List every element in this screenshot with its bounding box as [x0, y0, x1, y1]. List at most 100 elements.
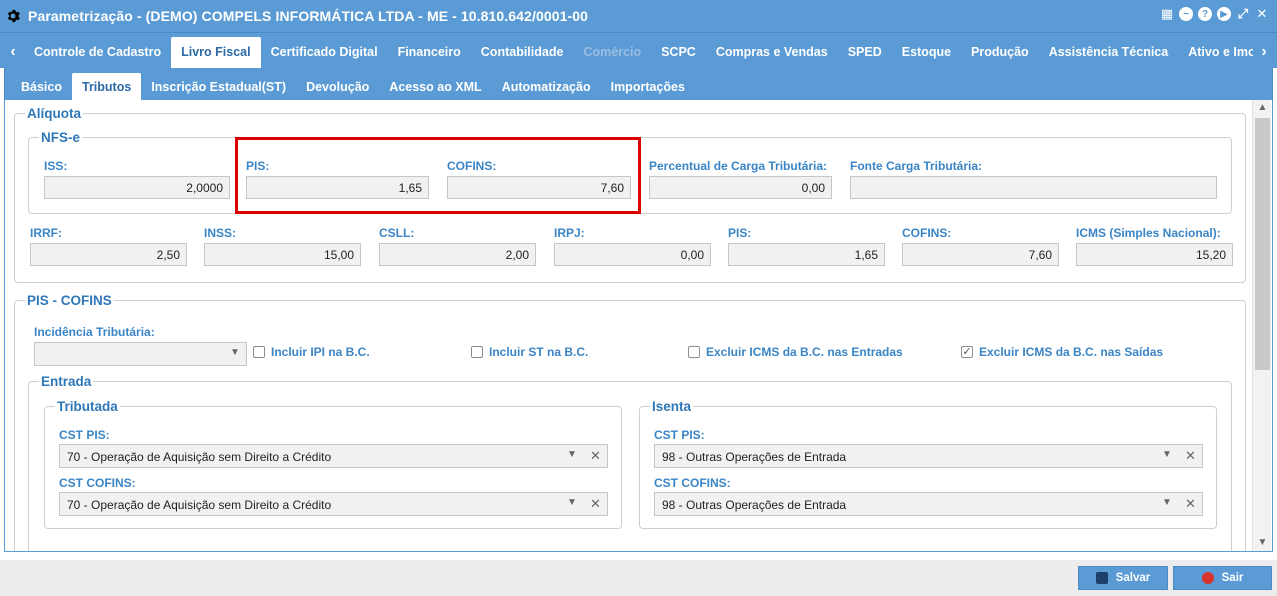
- subtab-inscricao-estadual-st[interactable]: Inscrição Estadual(ST): [141, 73, 296, 100]
- help-icon[interactable]: ?: [1198, 7, 1212, 21]
- fonte-carga-input[interactable]: [850, 176, 1217, 199]
- tributada-cst-cofins-label: CST COFINS:: [59, 476, 136, 490]
- subtab-tributos[interactable]: Tributos: [72, 73, 142, 100]
- nfse-legend: NFS-e: [41, 130, 81, 145]
- isenta-cst-pis-label: CST PIS:: [654, 428, 705, 442]
- irrf-field: IRRF: 2,50: [30, 226, 187, 266]
- irrf-input[interactable]: 2,50: [30, 243, 187, 266]
- fonte-carga-label: Fonte Carga Tributária:: [850, 159, 983, 173]
- pis-field: PIS: 1,65: [728, 226, 885, 266]
- incluir-st-box[interactable]: [471, 346, 483, 358]
- fonte-carga-field: Fonte Carga Tributária:: [850, 159, 1217, 199]
- chevron-down-icon[interactable]: ▼: [1162, 449, 1172, 460]
- tab-assistencia-tecnica[interactable]: Assistência Técnica: [1039, 37, 1179, 69]
- tab-certificado-digital[interactable]: Certificado Digital: [261, 37, 388, 69]
- tab-scpc[interactable]: SCPC: [651, 37, 706, 69]
- tab-estoque[interactable]: Estoque: [892, 37, 961, 69]
- icms-simples-input[interactable]: 15,20: [1076, 243, 1233, 266]
- chevron-right-icon[interactable]: ›: [1257, 43, 1271, 61]
- vertical-scrollbar[interactable]: ▲ ▼: [1252, 100, 1271, 551]
- icms-simples-label: ICMS (Simples Nacional):: [1076, 226, 1221, 240]
- tributada-legend: Tributada: [57, 399, 118, 414]
- excluir-icms-entradas-box[interactable]: [688, 346, 700, 358]
- main-tabs: Controle de Cadastro Livro Fiscal Certif…: [24, 37, 1253, 69]
- footer-bar: Salvar Sair: [0, 560, 1277, 596]
- tributada-cst-pis-field: CST PIS:: [59, 428, 110, 445]
- irrf-label: IRRF:: [30, 226, 62, 240]
- tributada-cst-cofins-select[interactable]: 70 - Operação de Aquisição sem Direito a…: [59, 492, 608, 516]
- incluir-ipi-checkbox[interactable]: Incluir IPI na B.C.: [253, 345, 370, 359]
- isenta-cst-pis-select[interactable]: 98 - Outras Operações de Entrada ▼ ✕: [654, 444, 1203, 468]
- tab-contabilidade[interactable]: Contabilidade: [471, 37, 574, 69]
- tributada-cst-cofins-value: 70 - Operação de Aquisição sem Direito a…: [67, 498, 332, 512]
- subtab-automatizacao[interactable]: Automatização: [492, 73, 601, 100]
- cofins-input[interactable]: 7,60: [902, 243, 1059, 266]
- pis-input[interactable]: 1,65: [728, 243, 885, 266]
- excluir-icms-entradas-checkbox[interactable]: Excluir ICMS da B.C. nas Entradas: [688, 345, 903, 359]
- excluir-icms-saidas-checkbox[interactable]: ✓ Excluir ICMS da B.C. nas Saídas: [961, 345, 1163, 359]
- scroll-down-icon[interactable]: ▼: [1253, 535, 1272, 551]
- window-controls: ▦ − ? ▶ ⤢ ✕: [1160, 6, 1269, 21]
- isenta-cst-pis-field: CST PIS:: [654, 428, 705, 445]
- clear-icon[interactable]: ✕: [590, 448, 601, 464]
- excluir-icms-saidas-box[interactable]: ✓: [961, 346, 973, 358]
- subtab-devolucao[interactable]: Devolução: [296, 73, 379, 100]
- fullscreen-icon[interactable]: ⤢: [1236, 6, 1250, 21]
- tab-ativo-e-imobilizacao[interactable]: Ativo e Imobilização: [1178, 37, 1253, 69]
- isenta-cst-pis-value: 98 - Outras Operações de Entrada: [662, 450, 847, 464]
- tab-livro-fiscal[interactable]: Livro Fiscal: [171, 37, 261, 69]
- subtab-basico[interactable]: Básico: [11, 73, 72, 100]
- save-button[interactable]: Salvar: [1078, 566, 1168, 590]
- iss-label: ISS:: [44, 159, 68, 173]
- scroll-up-icon[interactable]: ▲: [1253, 100, 1272, 116]
- floppy-disk-icon: [1095, 572, 1108, 584]
- chevron-down-icon[interactable]: ▼: [567, 449, 577, 460]
- iss-field: ISS: 2,0000: [44, 159, 230, 199]
- clear-icon[interactable]: ✕: [590, 496, 601, 512]
- tributada-cst-pis-select[interactable]: 70 - Operação de Aquisição sem Direito a…: [59, 444, 608, 468]
- excluir-icms-saidas-label: Excluir ICMS da B.C. nas Saídas: [979, 345, 1164, 359]
- tab-compras-e-vendas[interactable]: Compras e Vendas: [706, 37, 838, 69]
- tributada-cst-cofins-field: CST COFINS:: [59, 476, 136, 493]
- scroll-thumb[interactable]: [1255, 118, 1270, 370]
- tab-sped[interactable]: SPED: [838, 37, 892, 69]
- incluir-st-checkbox[interactable]: Incluir ST na B.C.: [471, 345, 588, 359]
- subtab-acesso-ao-xml[interactable]: Acesso ao XML: [379, 73, 491, 100]
- isenta-cst-cofins-field: CST COFINS:: [654, 476, 731, 493]
- inss-input[interactable]: 15,00: [204, 243, 361, 266]
- chevron-down-icon[interactable]: ▼: [230, 347, 240, 358]
- inss-label: INSS:: [204, 226, 237, 240]
- csll-input[interactable]: 2,00: [379, 243, 536, 266]
- aliquota-legend: Alíquota: [27, 106, 81, 121]
- calendar-icon[interactable]: ▦: [1160, 6, 1174, 21]
- clear-icon[interactable]: ✕: [1185, 448, 1196, 464]
- iss-input[interactable]: 2,0000: [44, 176, 230, 199]
- irpj-input[interactable]: 0,00: [554, 243, 711, 266]
- incluir-ipi-box[interactable]: [253, 346, 265, 358]
- isenta-cst-cofins-value: 98 - Outras Operações de Entrada: [662, 498, 847, 512]
- minimize-icon[interactable]: −: [1179, 7, 1193, 21]
- chevron-down-icon[interactable]: ▼: [1162, 497, 1172, 508]
- tab-producao[interactable]: Produção: [961, 37, 1039, 69]
- isenta-legend: Isenta: [652, 399, 692, 414]
- play-icon[interactable]: ▶: [1217, 7, 1231, 21]
- chevron-down-icon[interactable]: ▼: [567, 497, 577, 508]
- save-label: Salvar: [1115, 572, 1151, 584]
- percentual-carga-label: Percentual de Carga Tributária:: [649, 159, 828, 173]
- tab-financeiro[interactable]: Financeiro: [388, 37, 471, 69]
- isenta-cst-cofins-label: CST COFINS:: [654, 476, 731, 490]
- incidencia-field: Incidência Tributária:: [34, 325, 248, 342]
- close-icon[interactable]: ✕: [1255, 6, 1269, 21]
- percentual-carga-input[interactable]: 0,00: [649, 176, 832, 199]
- isenta-cst-cofins-select[interactable]: 98 - Outras Operações de Entrada ▼ ✕: [654, 492, 1203, 516]
- exit-icon: [1201, 572, 1214, 584]
- tab-controle-de-cadastro[interactable]: Controle de Cadastro: [24, 37, 171, 69]
- irpj-field: IRPJ: 0,00: [554, 226, 711, 266]
- incidencia-select[interactable]: ▼: [34, 342, 247, 366]
- clear-icon[interactable]: ✕: [1185, 496, 1196, 512]
- incidencia-label: Incidência Tributária:: [34, 325, 155, 339]
- subtab-importacoes[interactable]: Importações: [601, 73, 695, 100]
- exit-button[interactable]: Sair: [1173, 566, 1272, 590]
- chevron-left-icon[interactable]: ‹: [6, 43, 20, 61]
- excluir-icms-entradas-label: Excluir ICMS da B.C. nas Entradas: [706, 345, 903, 359]
